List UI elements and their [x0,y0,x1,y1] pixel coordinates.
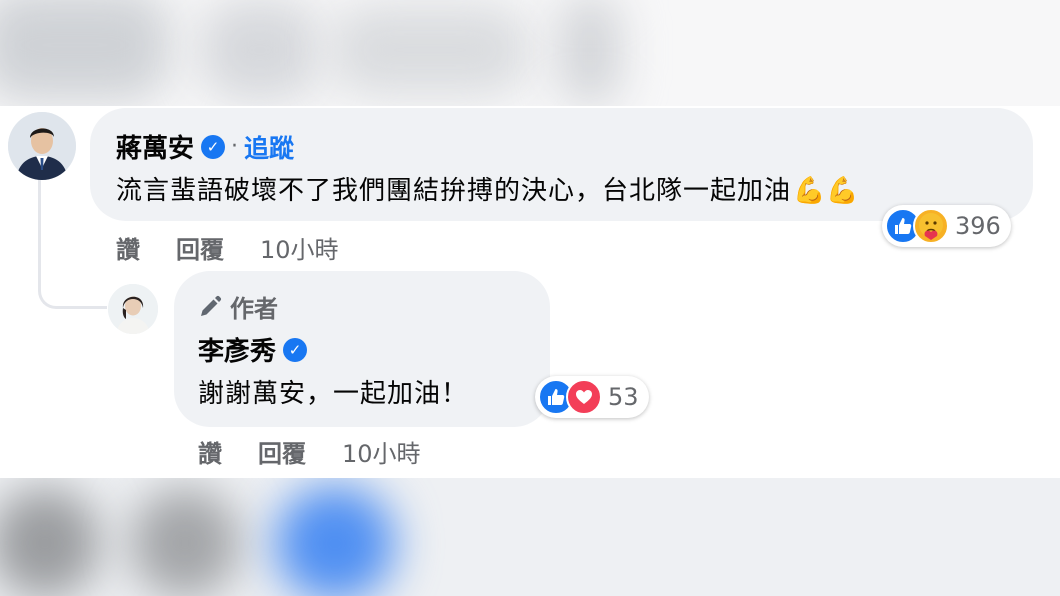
comment-bubble: 蔣萬安 ✓ · 追蹤 流言蜚語破壞不了我們團結拚搏的決心，台北隊一起加油💪💪 [90,108,1033,221]
reply-text: 謝謝萬安，一起加油！ [198,379,469,409]
reply-actions: 讚 回覆 10小時 [198,434,421,469]
flexed-biceps-emoji: 💪💪 [793,176,860,206]
author-badge-label: 作者 [230,295,278,323]
comment-reaction-count: 396 [955,212,1001,240]
care-reaction-icon [913,208,949,244]
verified-badge-icon: ✓ [201,134,226,159]
comment-text-row: 流言蜚語破壞不了我們團結拚搏的決心，台北隊一起加油💪💪 [116,170,860,207]
avatar[interactable] [108,284,158,334]
avatar[interactable] [8,112,76,180]
love-reaction-icon [566,379,602,415]
reply-author-name[interactable]: 李彥秀 [198,331,276,368]
reply-button[interactable]: 回覆 [258,434,306,469]
pencil-icon [201,295,222,316]
reply-timestamp[interactable]: 10小時 [342,434,421,469]
comment-timestamp[interactable]: 10小時 [260,230,339,265]
comment-thread: 蔣萬安 ✓ · 追蹤 流言蜚語破壞不了我們團結拚搏的決心，台北隊一起加油💪💪 3… [0,106,1060,478]
verified-badge-icon: ✓ [283,337,308,362]
comment-actions: 讚 回覆 10小時 [116,230,339,265]
follow-link[interactable]: 追蹤 [244,129,294,165]
reply-bubble: 作者 李彥秀 ✓ 謝謝萬安，一起加油！ [174,271,550,427]
like-button[interactable]: 讚 [116,230,140,265]
comment-text: 流言蜚語破壞不了我們團結拚搏的決心，台北隊一起加油 [116,176,792,206]
author-badge: 作者 [198,289,278,324]
blurred-footer-area [0,478,1060,596]
reply-reactions[interactable]: 53 [535,376,649,418]
like-button[interactable]: 讚 [198,434,222,469]
reply-reaction-count: 53 [608,383,639,411]
comment-author-name[interactable]: 蔣萬安 [116,128,194,165]
blurred-header-area [0,0,1060,106]
separator-dot: · [231,134,239,159]
comment-reactions[interactable]: 396 [882,205,1011,247]
reply-button[interactable]: 回覆 [176,230,224,265]
